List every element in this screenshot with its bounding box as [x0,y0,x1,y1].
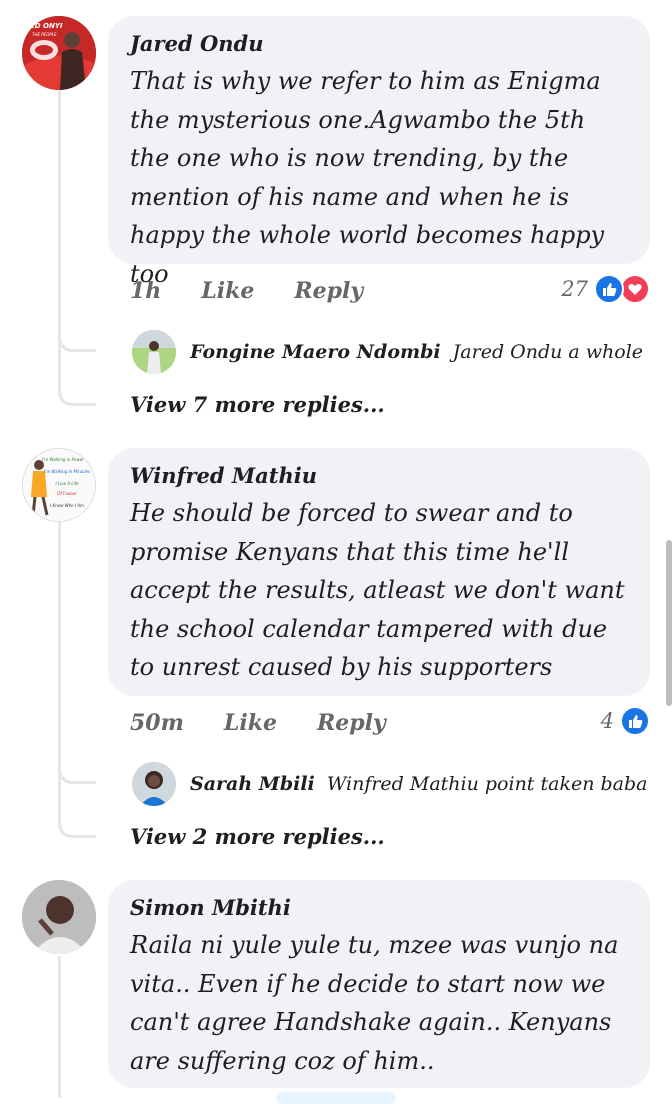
thread-branch [58,766,96,784]
reply-avatar[interactable] [132,762,176,806]
reply-avatar-image [132,330,176,374]
avatar-label: THE PEOPLE [32,32,57,37]
like-icon [594,274,624,304]
comment-actions: 1h Like Reply [130,278,363,304]
thread-branch [58,334,96,352]
avatar-label: I Live A Life [55,481,79,486]
view-more-replies[interactable]: View 2 more replies... [130,824,385,849]
reaction-count: 27 [561,277,588,301]
reaction-summary[interactable]: 27 [561,274,650,304]
scrollbar[interactable] [666,540,672,706]
reply-button[interactable]: Reply [317,710,386,736]
thread-branch [58,820,96,838]
like-button[interactable]: Like [224,710,277,736]
avatar-label: I Know Who I Am [50,503,84,508]
like-button[interactable]: Like [201,278,254,304]
reply-avatar-image [132,762,176,806]
comment-time[interactable]: 50m [130,710,184,736]
comment-author[interactable]: Winfred Mathiu [130,462,630,490]
reply-preview[interactable]: Fongine Maero Ndombi Jared Ondu a whole … [132,330,650,374]
reply-preview[interactable]: Sarah Mbili Winfred Mathiu point taken b… [132,762,650,806]
reply-author[interactable]: Fongine Maero Ndombi [190,341,441,363]
avatar-label: Of Favour [57,491,77,496]
reply-snippet: Winfred Mathiu point taken baba shoul... [326,773,650,795]
avatar[interactable]: I'm Walking in Power I'm Walking In Mira… [22,448,96,522]
comment-text: That is why we refer to him as Enigma th… [130,67,605,288]
reaction-count: 4 [600,709,614,733]
partial-element [276,1092,396,1104]
avatar[interactable] [22,880,96,954]
avatar-image [22,880,96,954]
comment-text: Raila ni yule yule tu, mzee was vunjo na… [130,931,619,1075]
avatar[interactable]: ED ONYI THE PEOPLE [22,16,96,90]
thread-line [58,956,61,1098]
avatar-label: ED ONYI [30,22,63,30]
reply-button[interactable]: Reply [294,278,363,304]
thread-branch [58,388,96,406]
reply-avatar[interactable] [132,330,176,374]
view-more-replies[interactable]: View 7 more replies... [130,392,385,417]
love-icon [620,274,650,304]
comment-bubble: Jared Ondu That is why we refer to him a… [108,16,650,288]
reply-snippet: Jared Ondu a whole morn... [452,341,650,363]
like-icon [620,706,650,736]
comment-author[interactable]: Simon Mbithi [130,894,630,922]
avatar-image: ED ONYI THE PEOPLE [22,16,96,90]
comment-actions: 50m Like Reply [130,710,386,736]
reaction-summary[interactable]: 4 [601,706,650,736]
comment-time[interactable]: 1h [130,278,161,304]
reply-author[interactable]: Sarah Mbili [190,773,315,795]
comment-author[interactable]: Jared Ondu [130,30,630,58]
avatar-image: I'm Walking in Power I'm Walking In Mira… [23,449,95,521]
comment-bubble: Simon Mbithi Raila ni yule yule tu, mzee… [108,880,650,1088]
avatar-label: I'm Walking in Power [42,457,84,462]
comment-text: He should be forced to swear and to prom… [130,499,625,681]
reply-text-line: Fongine Maero Ndombi Jared Ondu a whole … [190,341,650,363]
reply-text-line: Sarah Mbili Winfred Mathiu point taken b… [190,773,650,795]
avatar-label: I'm Walking In Miracles [44,469,90,474]
comment-bubble: Winfred Mathiu He should be forced to sw… [108,448,650,696]
